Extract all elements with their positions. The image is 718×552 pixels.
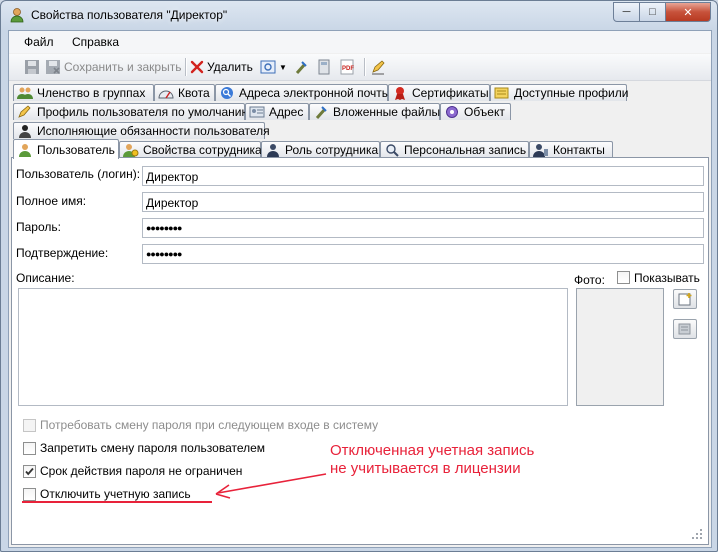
tab-deputies-label: Исполняющие обязанности пользователя: [37, 124, 270, 138]
attach-button[interactable]: [293, 58, 309, 76]
contacts-icon: [533, 144, 548, 157]
deputy-user-icon: [19, 125, 31, 138]
tab-email-label: Адреса электронной почты: [239, 86, 391, 100]
client-area: Файл Справка Сохранить и закрыть Удалить…: [8, 30, 712, 548]
menu-file[interactable]: Файл: [24, 35, 54, 49]
tab-quota-label: Квота: [178, 86, 210, 100]
annotation-arrow: [22, 473, 327, 503]
save-close-label: Сохранить и закрыть: [64, 60, 182, 74]
menu-help[interactable]: Справка: [72, 35, 119, 49]
delete-icon: [190, 60, 204, 74]
tab-profiles[interactable]: Доступные профили: [490, 84, 629, 101]
paperclip-icon: [315, 106, 327, 119]
delete-label: Удалить: [207, 60, 253, 74]
users-icon: [17, 87, 33, 99]
calculator-icon: [318, 59, 330, 75]
tab-attachments-label: Вложенные файлы: [333, 105, 441, 119]
tab-object[interactable]: Объект: [440, 103, 511, 120]
delete-button[interactable]: Удалить: [190, 58, 253, 76]
tab-address[interactable]: Адрес: [245, 103, 309, 120]
tab-quota[interactable]: Квота: [154, 84, 215, 101]
role-icon: [267, 144, 279, 157]
svg-text:PDF: PDF: [342, 66, 354, 72]
search-user-icon: [386, 144, 399, 157]
resize-grip-icon[interactable]: [692, 529, 702, 539]
floppy-close-icon: [46, 60, 60, 74]
tab-employee-props-label: Свойства сотрудника: [143, 143, 262, 157]
tab-certificates-label: Сертификаты: [412, 86, 489, 100]
window: Свойства пользователя "Директор" ─ □ ✕ Ф…: [0, 0, 718, 552]
gear-icon: [260, 60, 276, 74]
gear-icon: [446, 106, 458, 118]
edit-button[interactable]: [370, 58, 386, 76]
menu-bar: Файл Справка: [9, 31, 711, 53]
maximize-button[interactable]: □: [640, 2, 666, 22]
tab-groups-label: Членство в группах: [37, 86, 146, 100]
user-tab-panel: Пользователь (логин): Директор Полное им…: [11, 157, 709, 545]
tab-profiles-label: Доступные профили: [514, 86, 629, 100]
minimize-button[interactable]: ─: [613, 2, 640, 22]
email-search-icon: [221, 87, 233, 99]
pdf-button[interactable]: PDF: [339, 58, 355, 76]
tab-contacts-label: Контакты: [553, 143, 605, 157]
print-button[interactable]: ▼: [260, 58, 287, 76]
paperclip-icon: [295, 61, 307, 74]
tab-employee-role-label: Роль сотрудника: [285, 143, 379, 157]
tab-deputies[interactable]: Исполняющие обязанности пользователя: [13, 122, 270, 139]
title-bar[interactable]: Свойства пользователя "Директор" ─ □ ✕: [1, 1, 717, 29]
tab-contacts[interactable]: Контакты: [529, 141, 613, 158]
tab-certificates[interactable]: Сертификаты: [388, 84, 490, 101]
user-icon: [10, 8, 24, 23]
tab-personal-record[interactable]: Персональная запись: [380, 141, 529, 158]
save-close-button[interactable]: Сохранить и закрыть: [45, 58, 181, 76]
tab-user[interactable]: Пользователь: [13, 139, 119, 159]
tab-employee-role[interactable]: Роль сотрудника: [261, 141, 380, 158]
user-icon: [19, 143, 31, 157]
save-button[interactable]: [24, 58, 40, 76]
pencil-icon: [372, 60, 385, 75]
close-button[interactable]: ✕: [666, 2, 711, 22]
tab-groups[interactable]: Членство в группах: [13, 84, 154, 101]
employee-gear-icon: [123, 144, 139, 157]
profile-pencil-icon: [18, 105, 31, 118]
dropdown-arrow-icon[interactable]: ▼: [279, 63, 287, 72]
tab-attachments[interactable]: Вложенные файлы: [309, 103, 440, 120]
calc-button[interactable]: [316, 58, 332, 76]
toolbar: Сохранить и закрыть Удалить ▼ PDF: [9, 54, 711, 81]
tab-user-label: Пользователь: [37, 142, 115, 157]
tab-email[interactable]: Адреса электронной почты: [215, 84, 391, 101]
tab-default-profile-label: Профиль пользователя по умолчанию: [37, 105, 251, 119]
window-title: Свойства пользователя "Директор": [31, 8, 228, 22]
address-card-icon: [249, 106, 265, 118]
tab-default-profile[interactable]: Профиль пользователя по умолчанию: [13, 103, 251, 120]
tab-object-label: Объект: [464, 105, 505, 119]
profiles-icon: [494, 87, 509, 99]
floppy-icon: [25, 60, 39, 74]
tab-employee-props[interactable]: Свойства сотрудника: [119, 141, 262, 158]
pdf-icon: PDF: [340, 59, 354, 75]
gauge-icon: [158, 90, 174, 99]
tab-address-label: Адрес: [269, 105, 304, 119]
certificate-icon: [395, 87, 405, 100]
tab-personal-record-label: Персональная запись: [404, 143, 527, 157]
